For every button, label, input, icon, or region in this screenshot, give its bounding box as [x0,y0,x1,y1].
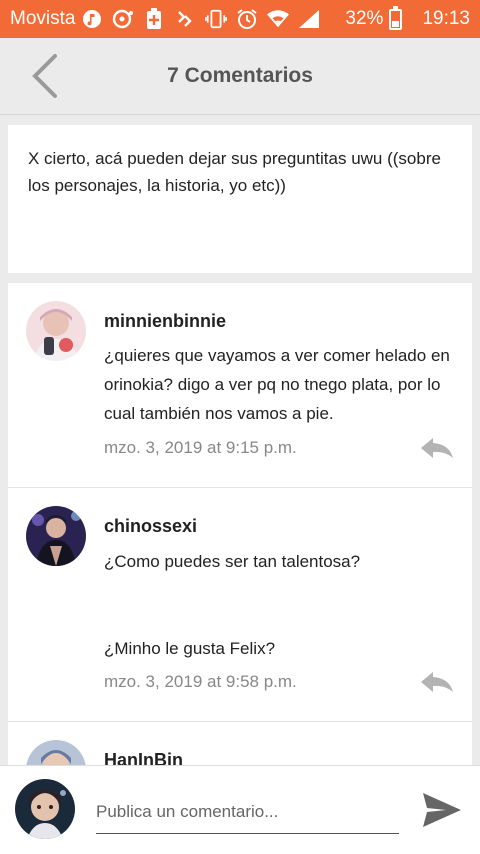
post-card: X cierto, acá pueden dejar sus preguntit… [8,125,472,273]
comment-username[interactable]: chinossexi [104,516,197,537]
battery-icon [389,5,403,30]
chat-notification-icon [112,8,134,30]
comment-text: ¿Como puedes ser tan talentosa? ¿Minho l… [104,552,361,658]
status-bar: Movista 32% 19:13 [0,0,480,38]
carrier-name: Movista [10,8,76,29]
app-header: 7 Comentarios [0,38,480,115]
comment-text: ¿quieres que vayamos a ver comer helado … [104,346,450,423]
comment-item: minnienbinnie ¿quieres que vayamos a ver… [8,283,472,488]
avatar[interactable] [26,506,86,566]
comments-list[interactable]: minnienbinnie ¿quieres que vayamos a ver… [8,283,472,765]
comment-username[interactable]: HanInBin [104,750,183,765]
comment-item: chinossexi ¿Como puedes ser tan talentos… [8,488,472,722]
back-button[interactable] [22,52,66,100]
comment-item: HanInBin [8,722,472,765]
post-text: X cierto, acá pueden dejar sus preguntit… [28,149,441,195]
status-icons [81,8,345,30]
reply-button[interactable] [420,671,454,693]
chevron-left-icon [32,54,57,98]
battery-saver-icon [143,8,165,30]
send-button[interactable] [420,788,464,832]
reply-icon [421,672,453,692]
vibrate-icon [205,8,228,30]
reply-icon [421,438,453,458]
music-icon [81,8,103,30]
comment-compose-bar [0,765,480,854]
battery-percent: 32% [345,8,384,29]
comment-date: mzo. 3, 2019 at 9:58 p.m. [104,672,297,691]
alarm-icon [236,8,258,30]
avatar[interactable] [26,301,86,361]
comment-date: mzo. 3, 2019 at 9:15 p.m. [104,438,297,457]
comment-username[interactable]: minnienbinnie [104,311,226,332]
wifi-icon [267,8,290,30]
send-icon [423,793,461,827]
reply-button[interactable] [420,437,454,459]
cell-signal-icon [298,8,320,30]
page-title: 7 Comentarios [167,64,313,87]
current-user-avatar[interactable] [15,779,75,839]
comment-input[interactable] [96,794,399,834]
avatar[interactable] [26,740,86,765]
signal-boost-icon [174,8,196,30]
clock: 19:13 [422,8,470,29]
